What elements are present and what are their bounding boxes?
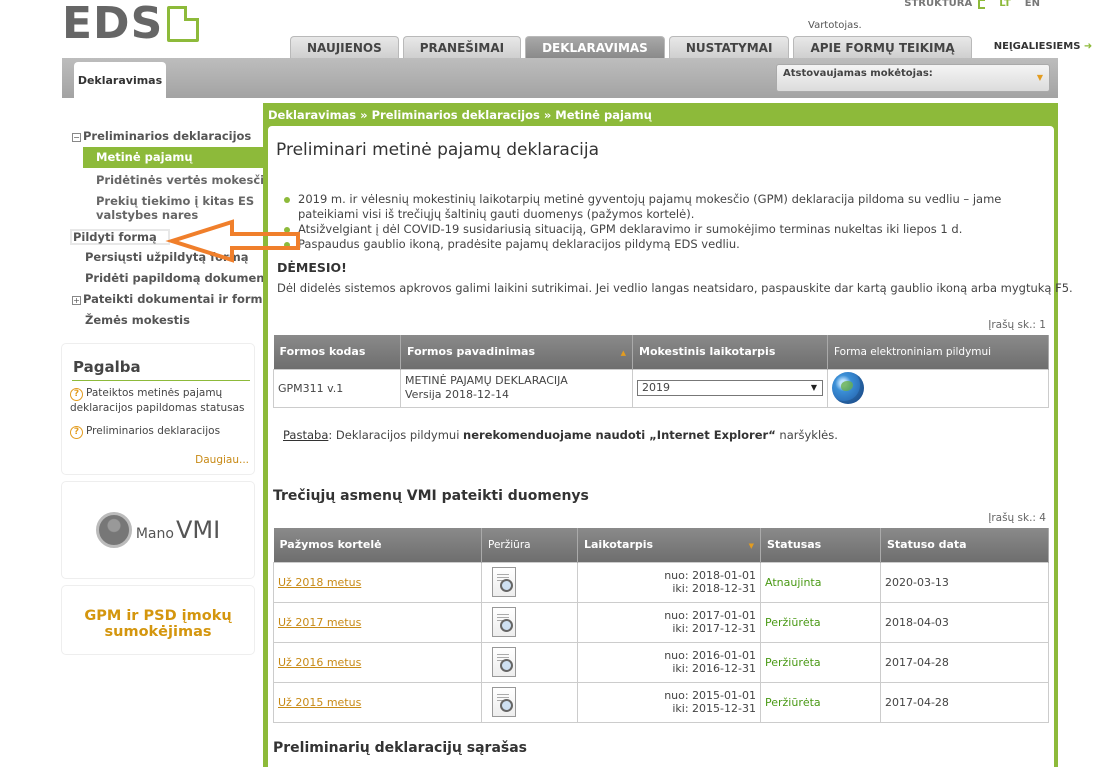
annotation-arrow-icon: [165, 219, 300, 263]
